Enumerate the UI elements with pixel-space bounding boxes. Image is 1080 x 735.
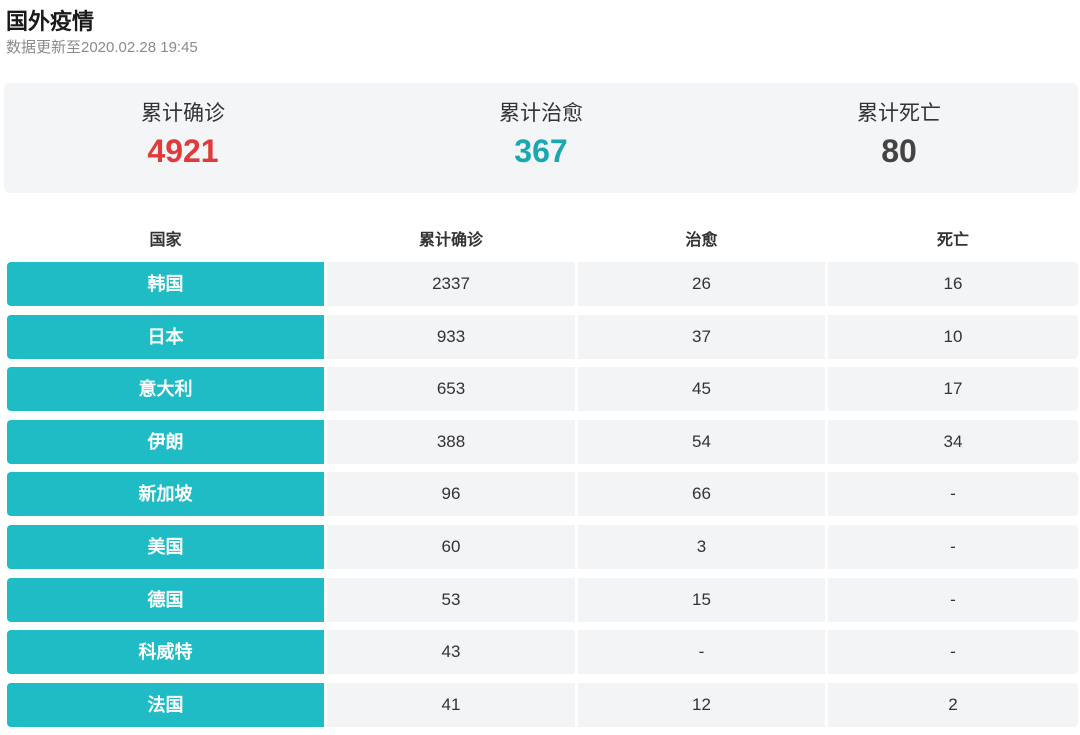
table-row[interactable]: 意大利 653 45 17 [0, 367, 1080, 412]
page-header: 国外疫情 数据更新至2020.02.28 19:45 [6, 8, 198, 58]
confirmed-cell: 53 [327, 577, 575, 622]
confirmed-cell: 96 [327, 472, 575, 517]
confirmed-cell: 2337 [327, 262, 575, 306]
country-cell: 法国 [7, 682, 324, 727]
stat-label: 累计确诊 [141, 102, 225, 125]
cured-cell: 3 [578, 524, 825, 569]
stat-label: 累计死亡 [857, 102, 941, 125]
cured-cell: - [578, 630, 825, 675]
table-row[interactable]: 新加坡 96 66- [0, 472, 1080, 517]
stat-value: 367 [514, 133, 568, 169]
stat-label: 累计治愈 [499, 102, 583, 125]
deaths-cell: - [828, 472, 1078, 517]
cured-cell: 26 [578, 262, 825, 306]
country-cell: 美国 [7, 524, 324, 569]
stat-cured: 累计治愈 367 [362, 83, 720, 193]
table-row[interactable]: 科威特 43- - [0, 630, 1080, 675]
table-row[interactable]: 美国 60 3- [0, 524, 1080, 569]
column-header-cured: 治愈 [685, 232, 718, 249]
confirmed-cell: 60 [327, 524, 575, 569]
cured-cell: 37 [578, 314, 825, 359]
country-cell: 伊朗 [7, 419, 324, 464]
deaths-cell: 10 [828, 314, 1078, 359]
table-body: 韩国 2337 26 16 日本 933 37 10 意大利 653 45 17 伊朗 388 54 34 新加… [0, 262, 1080, 735]
overseas-epidemic-page: 国外疫情 数据更新至2020.02.28 19:45 累计确诊 4921 累计治… [0, 0, 1080, 732]
deaths-cell: - [828, 577, 1078, 622]
cured-cell: 15 [578, 577, 825, 622]
deaths-cell: 34 [828, 419, 1078, 464]
confirmed-cell: 41 [327, 682, 575, 727]
confirmed-cell: 653 [327, 367, 575, 412]
confirmed-cell: 388 [327, 419, 575, 464]
country-cell: 日本 [7, 314, 324, 359]
deaths-cell: 16 [828, 262, 1078, 306]
table-header: 国家 累计确诊 治愈 死亡 [0, 218, 1080, 258]
country-cell: 德国 [7, 577, 324, 622]
country-cell: 意大利 [7, 367, 324, 412]
cured-cell: 54 [578, 419, 825, 464]
country-table: 国家 累计确诊 治愈 死亡 韩国 2337 26 16 日本 933 37 10 意大利 653 4… [0, 218, 1080, 727]
confirmed-cell: 43 [327, 630, 575, 675]
deaths-cell: 2 [828, 682, 1078, 727]
table-row[interactable]: 伊朗 388 54 34 [0, 419, 1080, 464]
summary-panel: 累计确诊 4921 累计治愈 367 累计死亡 80 [4, 83, 1078, 193]
country-cell: 科威特 [7, 630, 324, 675]
table-row[interactable]: 日本 933 37 10 [0, 314, 1080, 359]
stat-confirmed: 累计确诊 4921 [4, 83, 362, 193]
confirmed-cell: 933 [327, 314, 575, 359]
cured-cell: 66 [578, 472, 825, 517]
deaths-cell: - [828, 524, 1078, 569]
deaths-cell: 17 [828, 367, 1078, 412]
stat-deaths: 累计死亡 80 [720, 83, 1078, 193]
column-header-confirmed: 累计确诊 [418, 232, 483, 249]
deaths-cell: - [828, 630, 1078, 675]
column-header-country: 国家 [149, 232, 182, 249]
table-row[interactable]: 韩国 2337 26 16 [0, 262, 1080, 306]
table-row[interactable]: 德国 53 15- [0, 577, 1080, 622]
stat-value: 4921 [147, 133, 219, 169]
stat-value: 80 [881, 133, 917, 169]
column-header-deaths: 死亡 [936, 232, 969, 249]
table-row[interactable]: 法国 41 12 2 [0, 682, 1080, 727]
cured-cell: 12 [578, 682, 825, 727]
update-time: 数据更新至2020.02.28 19:45 [6, 39, 198, 56]
country-cell: 韩国 [7, 262, 324, 306]
cured-cell: 45 [578, 367, 825, 412]
country-cell: 新加坡 [7, 472, 324, 517]
page-title: 国外疫情 [6, 9, 95, 34]
